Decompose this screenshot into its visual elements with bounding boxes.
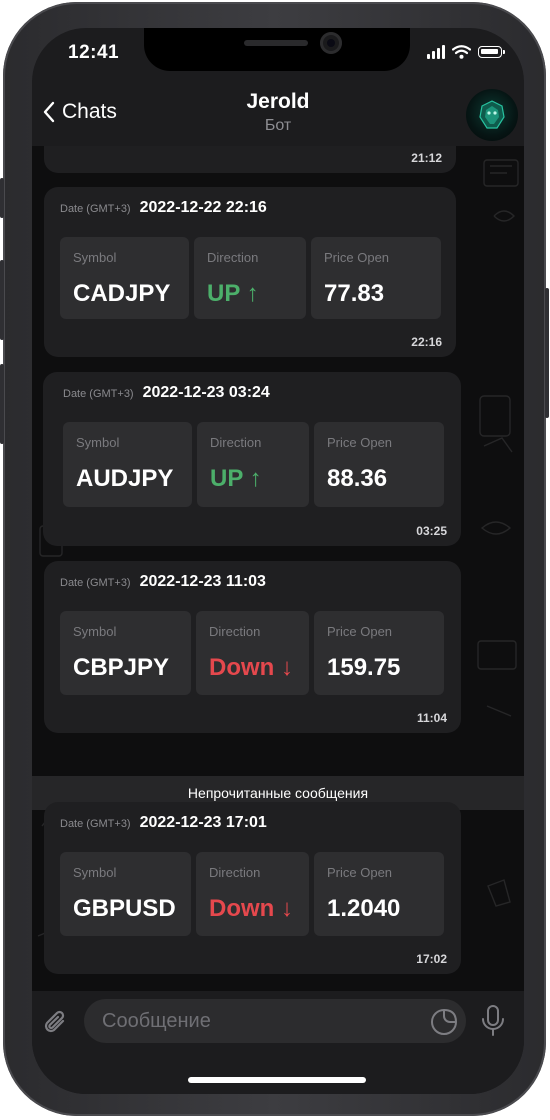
price-cell: Price Open 88.36 [314,422,444,507]
price-value: 88.36 [327,465,388,492]
symbol-label: Symbol [76,435,120,450]
message-input[interactable]: Сообщение [84,999,466,1043]
signal-cells: Symbol CADJPY Direction UP ↑ Price Open … [60,237,441,319]
battery-icon [478,46,505,58]
symbol-value: CBPJPY [73,654,170,681]
symbol-label: Symbol [73,865,117,880]
direction-cell: Direction Down ↓ [196,852,309,936]
signal-cells: Symbol GBPUSD Direction Down ↓ Price Ope… [60,852,444,936]
direction-label: Direction [207,250,259,265]
price-cell: Price Open 77.83 [311,237,441,319]
volume-up-button [0,260,4,340]
signal-message[interactable]: Date (GMT+3) 2022-12-23 03:24 Symbol AUD… [43,372,461,546]
earpiece-speaker [244,40,308,46]
date-label: Date (GMT+3) [60,818,131,830]
direction-value: UP ↑ [210,465,262,492]
signal-cells: Symbol CBPJPY Direction Down ↓ Price Ope… [60,611,444,695]
message-placeholder: Сообщение [102,1009,211,1032]
price-value: 159.75 [327,654,401,681]
home-indicator [188,1077,366,1083]
silent-switch [0,178,4,218]
signal-cells: Symbol AUDJPY Direction UP ↑ Price Open … [63,422,444,507]
signal-message[interactable]: Date (GMT+3) 2022-12-22 22:16 Symbol CAD… [44,187,456,357]
date-value: 2022-12-23 03:24 [142,384,270,401]
date-label: Date (GMT+3) [60,577,131,589]
message-time: 22:16 [411,335,442,349]
attachment-icon[interactable] [42,1008,70,1038]
date-row: Date (GMT+3) 2022-12-23 11:03 [60,573,266,591]
price-label: Price Open [324,250,390,265]
symbol-cell: Symbol CBPJPY [60,611,191,695]
screen: 12:41 Chats Jerold Бот 21:12 Date (GMT+3… [32,28,524,1094]
direction-cell: Direction UP ↑ [194,237,306,319]
message-time: 17:02 [416,952,447,966]
bot-avatar-icon [479,100,505,129]
direction-cell: Direction UP ↑ [197,422,309,507]
chat-area[interactable]: 21:12 Date (GMT+3) 2022-12-22 22:16 Symb… [32,146,524,991]
direction-cell: Direction Down ↓ [196,611,309,695]
price-value: 77.83 [324,280,385,307]
front-camera [320,32,342,54]
direction-value: Down ↓ [209,895,293,922]
direction-label: Direction [210,435,262,450]
composer-bar: Сообщение [32,991,524,1094]
direction-value: Down ↓ [209,654,293,681]
date-row: Date (GMT+3) 2022-12-23 17:01 [60,814,267,832]
avatar[interactable] [466,89,518,141]
direction-label: Direction [209,624,261,639]
message-time: 03:25 [416,524,447,538]
chat-title[interactable]: Jerold [32,90,524,114]
direction-label: Direction [209,865,261,880]
message-time: 11:04 [416,711,447,725]
symbol-value: CADJPY [73,280,171,307]
symbol-cell: Symbol AUDJPY [63,422,192,507]
symbol-cell: Symbol GBPUSD [60,852,191,936]
message-bubble[interactable]: 21:12 [44,146,456,173]
signal-message[interactable]: Date (GMT+3) 2022-12-23 17:01 Symbol GBP… [44,802,461,974]
symbol-value: GBPUSD [73,895,176,922]
date-value: 2022-12-23 17:01 [139,814,267,831]
symbol-cell: Symbol CADJPY [60,237,189,319]
price-label: Price Open [327,435,393,450]
power-button [545,288,549,418]
wifi-icon [452,45,471,59]
symbol-label: Symbol [73,250,117,265]
symbol-value: AUDJPY [76,465,174,492]
price-label: Price Open [327,865,393,880]
message-time: 21:12 [411,151,442,165]
date-row: Date (GMT+3) 2022-12-23 03:24 [63,384,270,402]
chat-subtitle: Бот [264,117,292,134]
signal-message[interactable]: Date (GMT+3) 2022-12-23 11:03 Symbol CBP… [44,561,461,733]
date-label: Date (GMT+3) [63,388,134,400]
price-cell: Price Open 159.75 [314,611,444,695]
price-cell: Price Open 1.2040 [314,852,444,936]
date-value: 2022-12-22 22:16 [139,199,267,216]
phone-frame: 12:41 Chats Jerold Бот 21:12 Date (GMT+3… [0,2,549,1116]
date-row: Date (GMT+3) 2022-12-22 22:16 [60,199,267,217]
price-label: Price Open [327,624,393,639]
status-icons [427,44,505,60]
date-label: Date (GMT+3) [60,203,131,215]
status-time: 12:41 [68,42,120,63]
chat-header: Chats Jerold Бот [32,80,524,146]
price-value: 1.2040 [327,895,401,922]
sticker-icon[interactable] [430,1008,458,1036]
volume-down-button [0,364,4,444]
signal-icon [427,45,445,59]
direction-value: UP ↑ [207,280,259,307]
notch [144,28,410,71]
symbol-label: Symbol [73,624,117,639]
date-value: 2022-12-23 11:03 [139,573,266,590]
microphone-icon[interactable] [480,1004,506,1038]
